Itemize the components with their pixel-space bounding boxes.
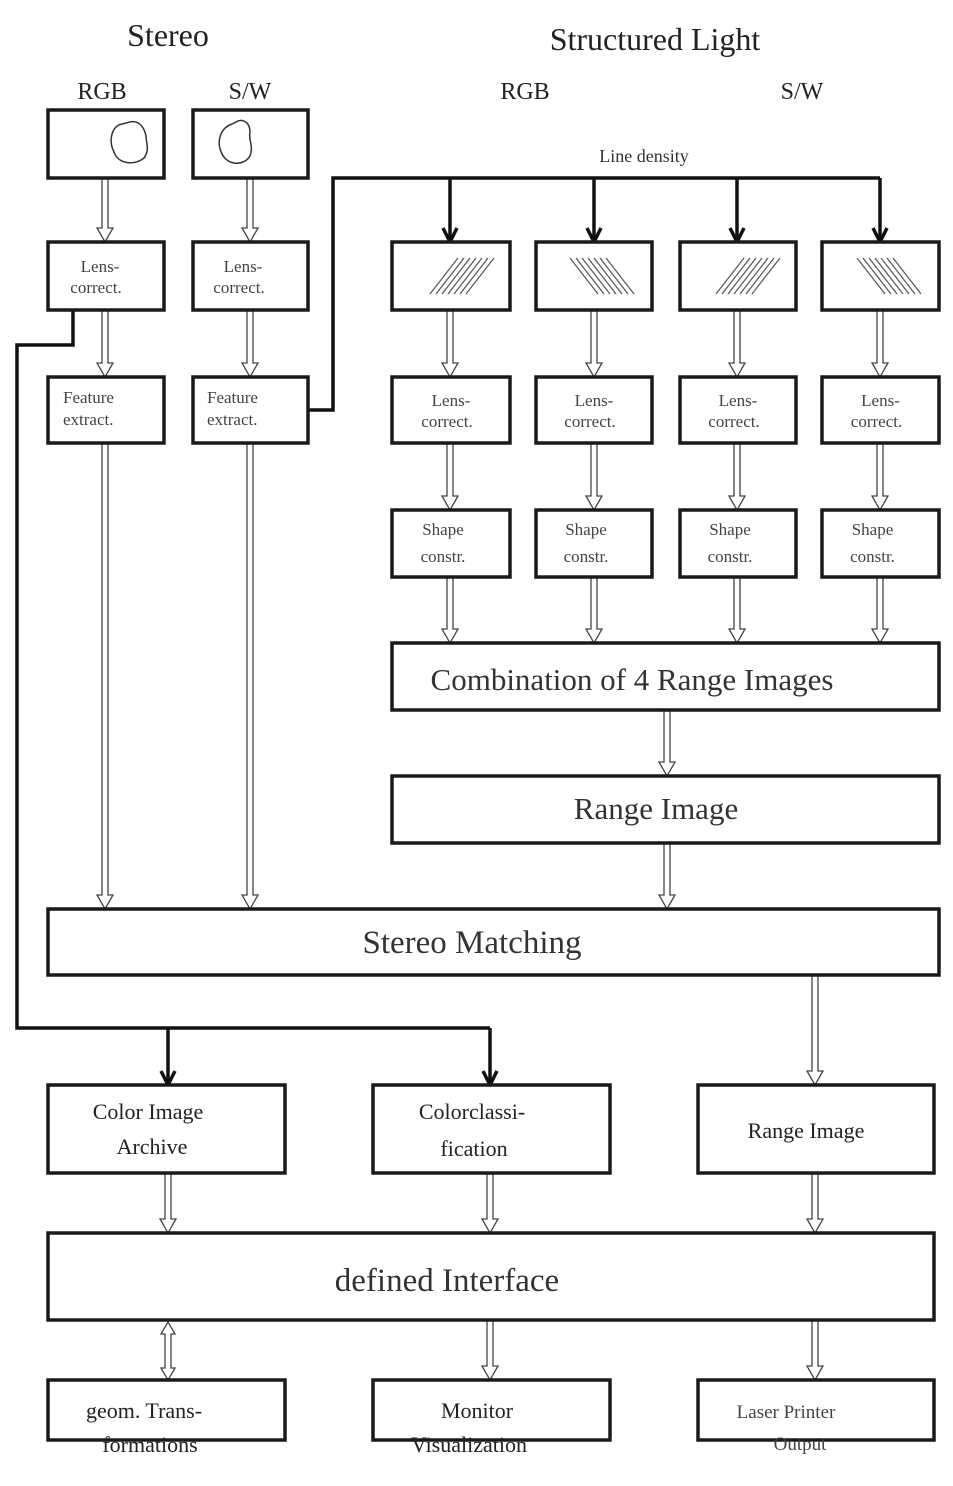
- flow-arrow: [158, 1172, 178, 1235]
- box-label: Output: [774, 1434, 828, 1455]
- flow-arrow: [805, 974, 825, 1087]
- flow-arrow: [727, 309, 747, 379]
- box-label: correct.: [708, 412, 759, 431]
- projected-pattern-image-3: [678, 240, 798, 312]
- flow-arrow: [480, 1172, 500, 1235]
- box-label: Range Image: [748, 1118, 865, 1143]
- sl-rgb-label: RGB: [500, 79, 549, 105]
- box-label: extract.: [207, 410, 258, 429]
- flow-arrow: [95, 442, 115, 911]
- box-label: Lens-: [719, 391, 758, 410]
- box-label: constr.: [421, 547, 466, 566]
- box-label: constr.: [564, 547, 609, 566]
- structured-light-heading: Structured Light: [550, 21, 761, 57]
- sl-sw-label: S/W: [781, 79, 824, 105]
- flow-arrow: [440, 309, 460, 379]
- box-label: constr.: [850, 547, 895, 566]
- box-label: Feature: [63, 388, 114, 407]
- flow-arrow: [240, 442, 260, 911]
- flow-arrow: [95, 309, 115, 379]
- stereo-matching-label: Stereo Matching: [362, 925, 581, 961]
- flow-arrow: [440, 442, 460, 512]
- flow-arrow: [240, 309, 260, 379]
- line-density-arrows: [441, 178, 889, 246]
- flow-arrow: [805, 1319, 825, 1382]
- flow-diagram: Stereo Structured Light RGB S/W RGB S/W …: [15, 17, 941, 1457]
- sl-lens-correct-box-4: [820, 375, 941, 445]
- box-label: Lens-: [81, 257, 120, 276]
- sl-lens-correct-box-1: [390, 375, 512, 445]
- flow-arrow: [805, 1172, 825, 1235]
- flow-arrow: [657, 842, 677, 911]
- projected-pattern-image-2: [534, 240, 654, 312]
- stereo-rgb-label: RGB: [77, 79, 126, 105]
- projected-pattern-image-1: [390, 240, 512, 312]
- box-label: formations: [102, 1432, 197, 1457]
- box-label: Laser Printer: [737, 1402, 836, 1423]
- flow-arrow: [870, 309, 890, 379]
- box-label: Lens-: [861, 391, 900, 410]
- box-label: Shape: [565, 520, 607, 539]
- box-label: fication: [440, 1136, 507, 1161]
- flow-arrow: [159, 1320, 177, 1382]
- box-label: Shape: [852, 520, 894, 539]
- box-label: extract.: [63, 410, 114, 429]
- box-label: Shape: [422, 520, 464, 539]
- color-data-arrows: [159, 1028, 499, 1089]
- box-label: Feature: [207, 388, 258, 407]
- flow-arrow: [240, 177, 260, 244]
- flow-arrow: [95, 177, 115, 244]
- flow-arrow: [584, 309, 604, 379]
- box-label: correct.: [70, 278, 121, 297]
- structured-light-columns: Lens-correct. Shape constr. Lens-correct. Sh…: [390, 240, 941, 579]
- sl-lens-correct-box-2: [534, 375, 654, 445]
- defined-interface-label: defined Interface: [335, 1263, 559, 1299]
- box-label: constr.: [708, 547, 753, 566]
- combination-label: Combination of 4 Range Images: [431, 662, 834, 697]
- projected-pattern-image-4: [820, 240, 941, 312]
- sl-lens-correct-box-3: [678, 375, 798, 445]
- box-label: correct.: [213, 278, 264, 297]
- flow-arrow: [870, 576, 890, 645]
- box-label: Archive: [117, 1134, 188, 1159]
- stereo-rgb-lens-correct-box: [46, 240, 166, 312]
- box-label: correct.: [564, 412, 615, 431]
- box-label: Visualization: [411, 1432, 527, 1457]
- line-density-label: Line density: [599, 146, 688, 166]
- flow-arrow: [584, 576, 604, 645]
- box-label: Shape: [709, 520, 751, 539]
- flow-arrow: [727, 442, 747, 512]
- box-label: Lens-: [575, 391, 614, 410]
- range-image-label: Range Image: [574, 791, 738, 826]
- box-label: geom. Trans-: [86, 1398, 202, 1423]
- flow-arrow: [440, 576, 460, 645]
- stereo-heading: Stereo: [127, 17, 209, 53]
- flow-arrow: [584, 442, 604, 512]
- box-label: Lens-: [432, 391, 471, 410]
- flow-arrow: [480, 1319, 500, 1382]
- flow-arrow: [657, 709, 677, 778]
- box-label: Lens-: [224, 257, 263, 276]
- flow-arrow: [870, 442, 890, 512]
- flow-arrow: [727, 576, 747, 645]
- box-label: Colorclassi-: [419, 1099, 525, 1124]
- stereo-sw-label: S/W: [229, 79, 272, 105]
- box-label: correct.: [421, 412, 472, 431]
- box-label: Monitor: [441, 1398, 514, 1423]
- box-label: correct.: [851, 412, 902, 431]
- stereo-sw-lens-correct-box: [191, 240, 310, 312]
- box-label: Color Image: [93, 1099, 204, 1124]
